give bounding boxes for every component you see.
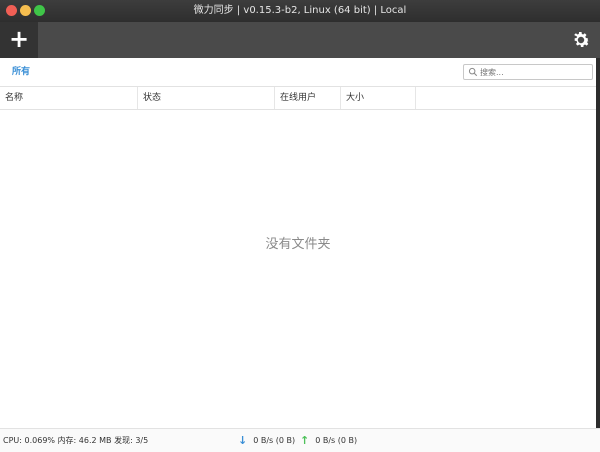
column-header-online-users[interactable]: 在线用户 [275,87,341,109]
toolbar: + [0,22,600,58]
column-header-name[interactable]: 名称 [0,87,138,109]
column-header-size[interactable]: 大小 [341,87,416,109]
window-title: 微力同步 | v0.15.3-b2, Linux (64 bit) | Loca… [193,5,407,16]
system-stats: CPU: 0.069% 内存: 46.2 MB 发现: 3/5 [3,436,149,445]
search-icon [468,67,478,77]
table-header: 名称 状态 在线用户 大小 [0,87,600,110]
column-header-status[interactable]: 状态 [138,87,275,109]
download-rate-text: 0 B/s (0 B) [253,436,296,445]
settings-button[interactable] [570,29,592,51]
download-arrow-icon: ↓ [238,434,248,447]
app-window: 微力同步 | v0.15.3-b2, Linux (64 bit) | Loca… [0,0,600,452]
upload-rate: ↑ 0 B/s (0 B) [300,429,357,452]
add-folder-button[interactable]: + [0,22,38,58]
empty-folder-message: 没有文件夹 [265,237,331,252]
title-bar[interactable]: 微力同步 | v0.15.3-b2, Linux (64 bit) | Loca… [0,0,600,22]
filter-row: 所有 [0,58,600,87]
search-input[interactable] [480,65,588,79]
close-window-button[interactable] [6,5,17,16]
maximize-window-button[interactable] [34,5,45,16]
gear-icon [574,32,590,47]
filter-all-tab[interactable]: 所有 [12,58,30,86]
status-bar: CPU: 0.069% 内存: 46.2 MB 发现: 3/5 ↓ 0 B/s … [0,428,600,452]
minimize-window-button[interactable] [20,5,31,16]
download-rate: ↓ 0 B/s (0 B) [238,429,295,452]
search-box[interactable] [463,64,593,80]
window-edge [596,58,600,452]
upload-rate-text: 0 B/s (0 B) [315,436,358,445]
upload-arrow-icon: ↑ [300,434,310,447]
